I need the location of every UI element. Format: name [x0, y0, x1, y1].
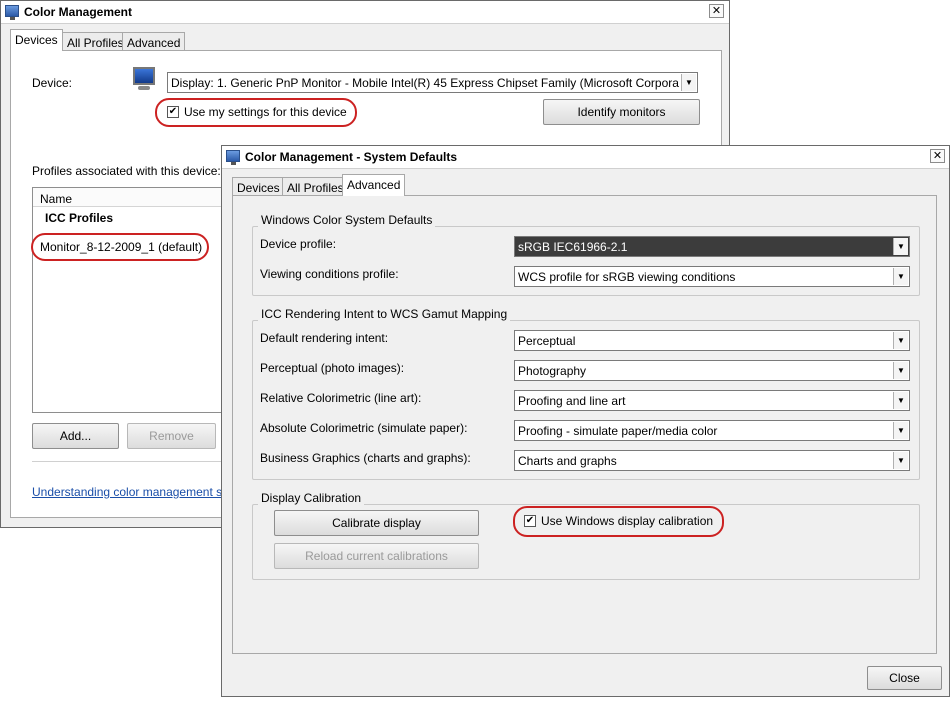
reload-calibrations-button: Reload current calibrations — [274, 543, 479, 569]
default-rendering-intent-select[interactable]: Perceptual ▼ — [514, 330, 910, 351]
chevron-down-icon[interactable]: ▼ — [681, 74, 696, 91]
wcs-defaults-group-label: Windows Color System Defaults — [258, 213, 436, 227]
tab-advanced[interactable]: Advanced — [122, 32, 186, 51]
tab-devices[interactable]: Devices — [232, 177, 285, 196]
system-defaults-window: Color Management - System Defaults ✕ Dev… — [221, 145, 950, 697]
relative-colorimetric-select[interactable]: Proofing and line art ▼ — [514, 390, 910, 411]
highlight-oval — [155, 98, 357, 127]
color-management-icon — [226, 150, 240, 165]
default-rendering-intent-value: Perceptual — [518, 334, 576, 348]
business-graphics-value: Charts and graphs — [518, 454, 617, 468]
absolute-colorimetric-value: Proofing - simulate paper/media color — [518, 424, 718, 438]
title-bar[interactable]: Color Management - System Defaults ✕ — [222, 146, 949, 169]
business-graphics-select[interactable]: Charts and graphs ▼ — [514, 450, 910, 471]
list-group-icc-profiles: ICC Profiles — [45, 211, 114, 225]
list-header[interactable]: Name — [33, 188, 231, 207]
identify-monitors-button[interactable]: Identify monitors — [543, 99, 700, 125]
chevron-down-icon[interactable]: ▼ — [893, 332, 908, 349]
highlight-oval — [513, 506, 724, 537]
perceptual-select[interactable]: Photography ▼ — [514, 360, 910, 381]
tab-advanced[interactable]: Advanced — [342, 174, 406, 196]
chevron-down-icon[interactable]: ▼ — [893, 362, 908, 379]
viewing-conditions-label: Viewing conditions profile: — [260, 267, 399, 281]
device-label: Device: — [32, 76, 73, 90]
absolute-colorimetric-select[interactable]: Proofing - simulate paper/media color ▼ — [514, 420, 910, 441]
icc-rendering-group-label: ICC Rendering Intent to WCS Gamut Mappin… — [258, 307, 511, 321]
title-bar[interactable]: Color Management ✕ — [1, 1, 729, 24]
profiles-label: Profiles associated with this device: — [32, 164, 221, 178]
profiles-list[interactable]: Name ICC Profiles Monitor_8-12-2009_1 (d… — [32, 187, 232, 413]
chevron-down-icon[interactable]: ▼ — [893, 422, 908, 439]
divider — [32, 461, 222, 462]
viewing-conditions-value: WCS profile for sRGB viewing conditions — [518, 270, 736, 284]
close-button[interactable]: Close — [867, 666, 942, 690]
list-header-name: Name — [40, 192, 73, 206]
device-profile-value: sRGB IEC61966-2.1 — [518, 240, 628, 254]
understanding-color-management-link[interactable]: Understanding color management s — [32, 485, 222, 499]
add-button[interactable]: Add... — [32, 423, 119, 449]
color-management-icon — [5, 5, 19, 20]
device-profile-label: Device profile: — [260, 237, 337, 251]
chevron-down-icon[interactable]: ▼ — [893, 238, 908, 255]
perceptual-value: Photography — [518, 364, 587, 378]
chevron-down-icon[interactable]: ▼ — [893, 268, 908, 285]
device-select[interactable]: Display: 1. Generic PnP Monitor - Mobile… — [167, 72, 698, 93]
window-title: Color Management — [24, 5, 133, 19]
default-rendering-intent-label: Default rendering intent: — [260, 331, 389, 345]
device-select-value: Display: 1. Generic PnP Monitor - Mobile… — [171, 76, 679, 90]
viewing-conditions-select[interactable]: WCS profile for sRGB viewing conditions … — [514, 266, 910, 287]
relative-colorimetric-value: Proofing and line art — [518, 394, 626, 408]
relative-colorimetric-label: Relative Colorimetric (line art): — [260, 391, 422, 405]
close-icon[interactable]: ✕ — [709, 4, 724, 18]
perceptual-label: Perceptual (photo images): — [260, 361, 405, 375]
window-title: Color Management - System Defaults — [245, 150, 458, 164]
business-graphics-label: Business Graphics (charts and graphs): — [260, 451, 471, 465]
highlight-oval — [31, 233, 209, 261]
calibrate-display-button[interactable]: Calibrate display — [274, 510, 479, 536]
tab-all-profiles[interactable]: All Profiles — [62, 32, 129, 51]
monitor-icon — [133, 67, 155, 90]
absolute-colorimetric-label: Absolute Colorimetric (simulate paper): — [260, 421, 468, 435]
tab-all-profiles[interactable]: All Profiles — [282, 177, 349, 196]
chevron-down-icon[interactable]: ▼ — [893, 392, 908, 409]
device-profile-select[interactable]: sRGB IEC61966-2.1 ▼ — [514, 236, 910, 257]
remove-button: Remove — [127, 423, 216, 449]
chevron-down-icon[interactable]: ▼ — [893, 452, 908, 469]
close-icon[interactable]: ✕ — [930, 149, 945, 163]
display-calibration-group-label: Display Calibration — [258, 491, 365, 505]
tab-devices[interactable]: Devices — [10, 29, 63, 51]
